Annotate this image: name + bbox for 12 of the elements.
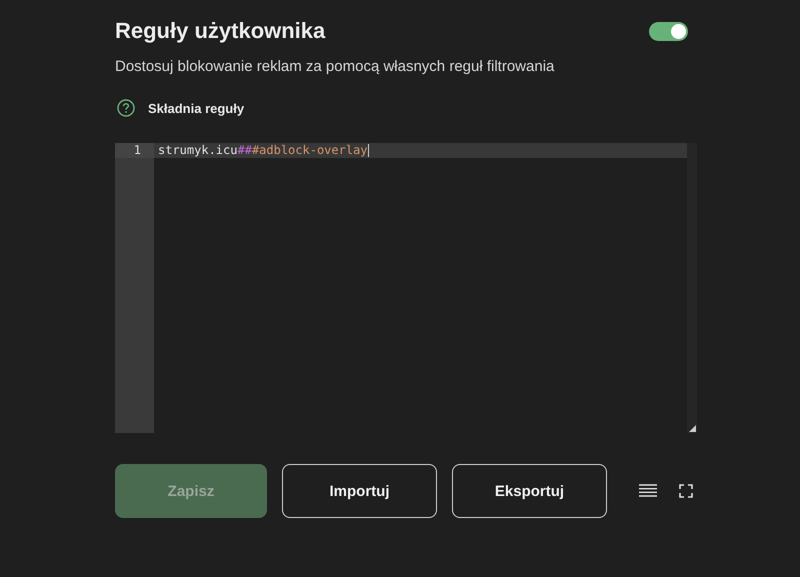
list-icon[interactable] <box>639 484 657 498</box>
line-number: 1 <box>115 143 154 158</box>
resize-handle-icon[interactable] <box>689 425 696 432</box>
toggle-switch[interactable] <box>649 22 688 40</box>
page-title: Reguły użytkownika <box>115 18 326 44</box>
description: Dostosuj blokowanie reklam za pomocą własnych reguł filtrowania <box>115 58 556 75</box>
syntax-link[interactable]: Składnia reguły <box>148 100 244 116</box>
action-button[interactable]: Eksportuj <box>452 464 607 518</box>
action-button[interactable]: Importuj <box>282 464 437 518</box>
fullscreen-icon[interactable] <box>679 484 693 498</box>
code-editor[interactable]: 1 strumyk.icu###adblock-overlay <box>115 143 697 433</box>
help-icon <box>117 99 135 117</box>
